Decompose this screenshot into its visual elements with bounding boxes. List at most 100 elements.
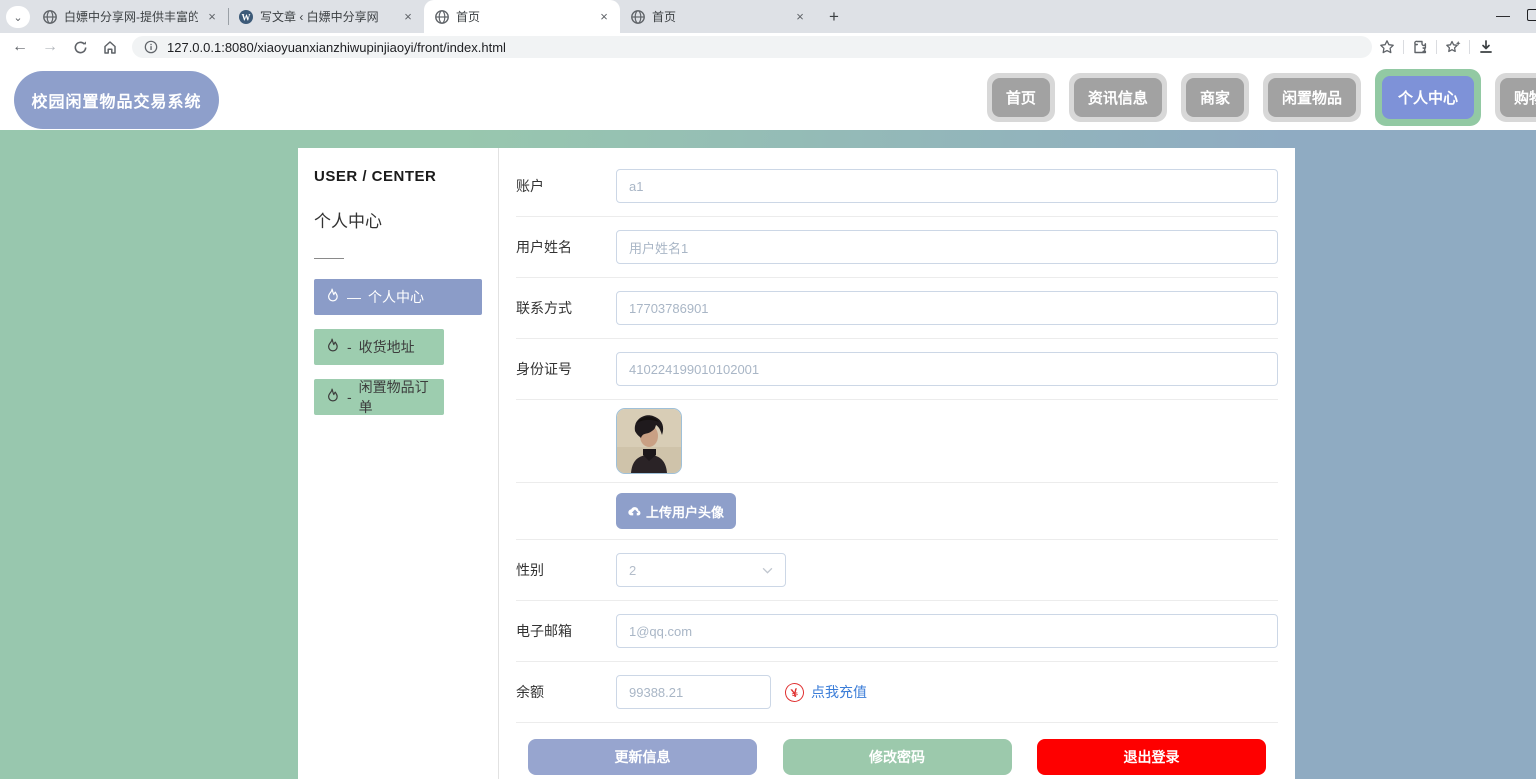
flame-icon [328, 338, 338, 352]
field-label: 余额 [516, 684, 544, 700]
account-input[interactable] [616, 169, 1278, 203]
contact-input[interactable] [616, 291, 1278, 325]
url-text: 127.0.0.1:8080/xiaoyuanxianzhiwupinjiaoy… [167, 39, 506, 55]
forward-button[interactable]: → [38, 35, 62, 59]
window-minimize-button[interactable]: — [1488, 2, 1518, 28]
username-input[interactable] [616, 230, 1278, 264]
balance-input[interactable] [616, 675, 771, 709]
field-label: 联系方式 [516, 300, 572, 316]
browser-tab[interactable]: W 写文章 ‹ 白嫖中分享网 × [228, 0, 424, 33]
tab-search-button[interactable]: ⌄ [6, 6, 30, 28]
recharge-link[interactable]: 点我充值 [811, 682, 867, 702]
field-label: 账户 [516, 178, 544, 194]
home-button[interactable] [98, 35, 122, 59]
window-maximize-button[interactable] [1527, 9, 1536, 21]
email-input[interactable] [616, 614, 1278, 648]
form-row-gender: 性别 2 [516, 540, 1278, 601]
avatar-portrait-image [617, 409, 681, 473]
reload-button[interactable] [68, 35, 92, 59]
nav-item-idle-goods[interactable]: 闲置物品 [1262, 73, 1361, 122]
browser-tab[interactable]: 首页 × [620, 0, 816, 33]
gender-select[interactable]: 2 [616, 553, 786, 587]
form-row-id-number: 身份证号 [516, 339, 1278, 400]
nav-item-user-center-active[interactable]: 个人中心 [1374, 69, 1481, 126]
toolbar-separator [1436, 40, 1437, 54]
sparkle-star-icon[interactable] [1442, 38, 1464, 56]
update-info-button[interactable]: 更新信息 [528, 739, 757, 775]
user-center-panel: USER / CENTER 个人中心 — 个人中心 - 收货地址 - 闲置物品订… [298, 148, 1295, 779]
nav-item-cart[interactable]: 购物车 [1494, 73, 1536, 122]
tab-title: 首页 [456, 10, 481, 24]
sidebar-divider [314, 258, 344, 259]
back-button[interactable]: ← [8, 35, 32, 59]
toolbar-separator [1403, 40, 1404, 54]
upload-avatar-button[interactable]: 上传用户头像 [616, 493, 737, 529]
home-icon [104, 41, 116, 54]
globe-icon [43, 9, 57, 24]
reload-icon [74, 40, 86, 53]
tab-close-icon[interactable]: × [792, 9, 808, 25]
nav-item-merchant[interactable]: 商家 [1180, 73, 1249, 122]
download-icon[interactable] [1475, 38, 1497, 56]
gender-select-value: 2 [629, 562, 637, 578]
nav-item-home[interactable]: 首页 [986, 73, 1055, 122]
form-row-email: 电子邮箱 [516, 601, 1278, 662]
profile-form: 账户 用户姓名 联系方式 身份证号 [516, 156, 1278, 775]
tab-title: 写文章 ‹ 白嫖中分享网 [260, 10, 379, 24]
form-row-avatar [516, 400, 1278, 483]
sidebar-item-idle-goods-orders[interactable]: - 闲置物品订单 [314, 379, 444, 415]
field-label: 用户姓名 [516, 239, 572, 255]
toolbar-separator [1469, 40, 1470, 54]
cloud-upload-icon [628, 507, 641, 516]
site-info-icon[interactable] [144, 40, 158, 54]
sidebar-item-label: 个人中心 [368, 289, 424, 305]
sidebar-item-label: 收货地址 [358, 339, 415, 355]
form-row-account: 账户 [516, 156, 1278, 217]
sidebar-item-dash: - [347, 339, 352, 355]
bookmark-star-icon[interactable] [1376, 38, 1398, 56]
field-label: 身份证号 [516, 361, 572, 377]
flame-icon [328, 288, 338, 302]
form-row-balance: 余额 ¥ 点我充值 [516, 662, 1278, 723]
logout-button[interactable]: 退出登录 [1037, 739, 1266, 775]
form-row-username: 用户姓名 [516, 217, 1278, 278]
sidebar-item-dash: - [347, 389, 352, 405]
browser-tab[interactable]: 白嫖中分享网-提供丰富的 Java × [32, 0, 228, 33]
chevron-down-icon [762, 567, 773, 574]
sidebar-item-label: 闲置物品订单 [358, 379, 429, 415]
tab-close-icon[interactable]: × [596, 9, 612, 25]
sidebar-heading: USER / CENTER [314, 168, 437, 185]
sidebar-item-user-center[interactable]: — 个人中心 [314, 279, 482, 315]
field-label: 性别 [516, 562, 544, 578]
form-row-contact: 联系方式 [516, 278, 1278, 339]
nav-item-news[interactable]: 资讯信息 [1068, 73, 1167, 122]
form-row-upload: 上传用户头像 [516, 483, 1278, 540]
yuan-coin-icon: ¥ [783, 680, 806, 704]
sidebar: USER / CENTER 个人中心 — 个人中心 - 收货地址 - 闲置物品订… [298, 148, 499, 779]
wordpress-icon: W [239, 9, 253, 24]
sidebar-item-shipping-address[interactable]: - 收货地址 [314, 329, 444, 365]
extensions-icon[interactable] [1409, 38, 1431, 56]
page-background: USER / CENTER 个人中心 — 个人中心 - 收货地址 - 闲置物品订… [0, 130, 1536, 779]
change-password-button[interactable]: 修改密码 [782, 739, 1012, 775]
browser-tab-active[interactable]: 首页 × [424, 0, 620, 33]
tab-close-icon[interactable]: × [204, 9, 220, 25]
browser-toolbar: ← → 127.0.0.1:8080/xiaoyuanxianzhiwupinj… [0, 33, 1536, 60]
globe-icon [435, 9, 449, 24]
id-number-input[interactable] [616, 352, 1278, 386]
svg-text:W: W [242, 12, 251, 22]
tab-close-icon[interactable]: × [400, 9, 416, 25]
sidebar-subheading: 个人中心 [314, 212, 382, 231]
tab-title: 白嫖中分享网-提供丰富的 Java [64, 10, 198, 24]
flame-icon [328, 388, 338, 402]
address-bar[interactable]: 127.0.0.1:8080/xiaoyuanxianzhiwupinjiaoy… [132, 36, 1372, 58]
user-avatar [616, 408, 682, 474]
new-tab-button[interactable]: + [822, 6, 846, 28]
browser-tab-strip: ⌄ 白嫖中分享网-提供丰富的 Java × W 写文章 ‹ 白嫖中分享网 × 首… [0, 0, 1536, 33]
globe-icon [631, 9, 645, 24]
form-actions: 更新信息 修改密码 退出登录 [516, 723, 1278, 775]
site-logo[interactable]: 校园闲置物品交易系统 [14, 71, 219, 129]
main-navigation: 首页 资讯信息 商家 闲置物品 个人中心 购物车 [986, 69, 1536, 126]
site-header: 校园闲置物品交易系统 首页 资讯信息 商家 闲置物品 个人中心 购物车 [0, 60, 1536, 130]
sidebar-menu: — 个人中心 - 收货地址 - 闲置物品订单 [314, 279, 482, 415]
